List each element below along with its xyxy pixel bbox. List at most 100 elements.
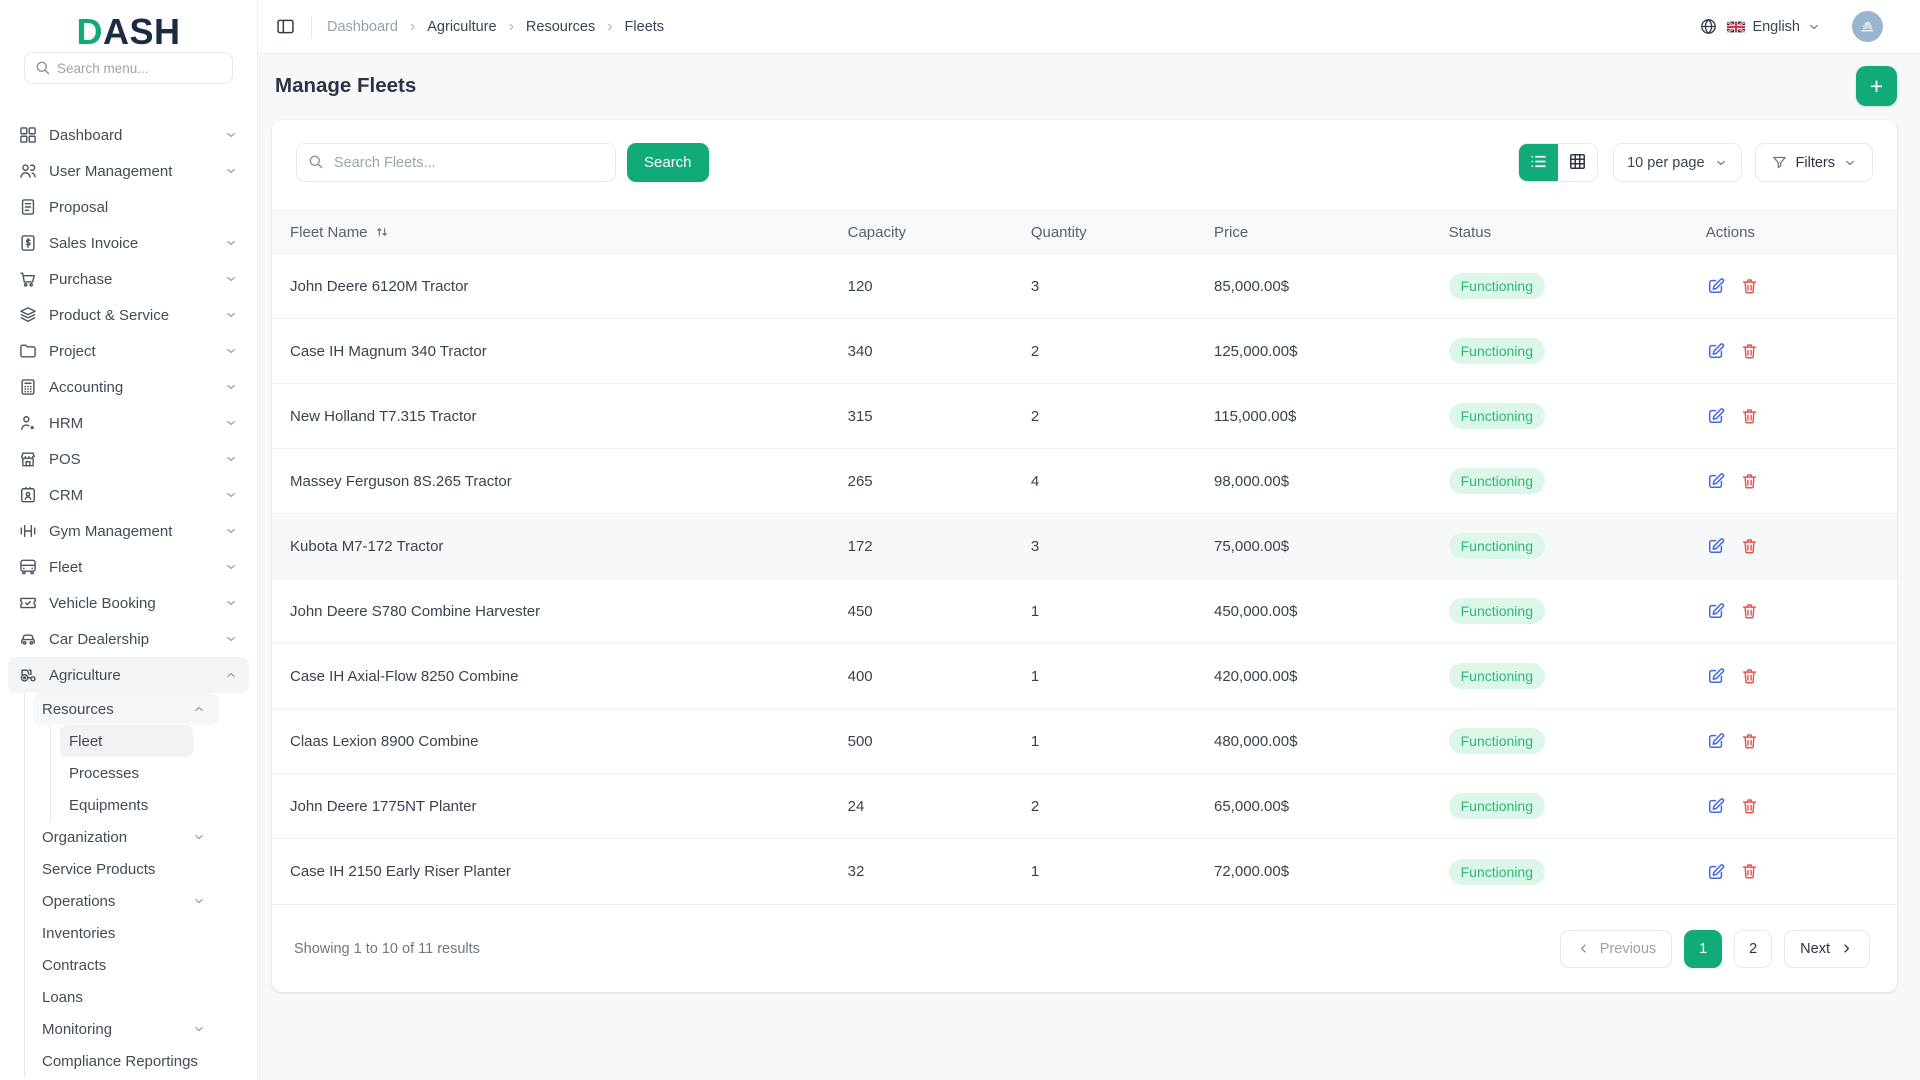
sidebar-subitem-processes[interactable]: Processes	[60, 757, 193, 789]
sidebar-item-vehicle-booking[interactable]: Vehicle Booking	[8, 585, 249, 621]
delete-icon[interactable]	[1740, 667, 1759, 686]
sidebar-search	[24, 52, 233, 84]
edit-icon[interactable]	[1706, 796, 1726, 816]
next-page-button[interactable]: Next	[1784, 929, 1870, 968]
edit-icon[interactable]	[1706, 862, 1726, 882]
edit-icon[interactable]	[1706, 471, 1726, 491]
previous-page-button[interactable]: Previous	[1559, 929, 1673, 968]
grid-view-button[interactable]	[1558, 144, 1598, 181]
table-row[interactable]: John Deere S780 Combine Harvester 450 1 450…	[272, 579, 1897, 644]
delete-icon[interactable]	[1740, 537, 1759, 556]
sidebar-subitem-loans[interactable]: Loans	[33, 981, 219, 1013]
car-icon	[18, 629, 38, 649]
edit-icon[interactable]	[1706, 601, 1726, 621]
edit-icon[interactable]	[1706, 341, 1726, 361]
delete-icon[interactable]	[1740, 342, 1759, 361]
sidebar-subitem-service-products[interactable]: Service Products	[33, 853, 219, 885]
cell-price: 85,000.00$	[1214, 277, 1290, 295]
cell-price: 480,000.00$	[1214, 732, 1298, 750]
sidebar-item-user-management[interactable]: User Management	[8, 153, 249, 189]
edit-icon[interactable]	[1706, 666, 1726, 686]
edit-icon[interactable]	[1706, 731, 1726, 751]
cell-actions	[1706, 796, 1897, 816]
sidebar-item-product-service[interactable]: Product & Service	[8, 297, 249, 333]
delete-icon[interactable]	[1740, 472, 1759, 491]
sidebar-item-car-dealership[interactable]: Car Dealership	[8, 621, 249, 657]
chevron-down-icon	[192, 830, 207, 845]
sidebar-item-pos[interactable]: POS	[8, 441, 249, 477]
cell-quantity: 1	[1030, 667, 1040, 685]
add-fleet-button[interactable]: +	[1856, 66, 1897, 106]
breadcrumb-item-dashboard[interactable]: Dashboard	[327, 19, 398, 35]
cell-quantity: 2	[1030, 342, 1040, 360]
chevron-down-icon	[192, 894, 207, 909]
sidebar-subitem-operations[interactable]: Operations	[33, 885, 219, 917]
page-button-1[interactable]: 1	[1684, 929, 1723, 968]
sidebar-item-proposal[interactable]: Proposal	[8, 189, 249, 225]
language-selector[interactable]: English	[1727, 19, 1821, 35]
sidebar-subitem-equipments[interactable]: Equipments	[60, 789, 193, 821]
table-row[interactable]: John Deere 6120M Tractor 120 3 85,000.00$ Fu…	[272, 254, 1897, 319]
fleets-card: Search 10 per page Filters Fleet NameCap…	[272, 120, 1897, 992]
cell-fleet-name: John Deere S780 Combine Harvester	[290, 602, 541, 620]
search-button[interactable]: Search	[627, 143, 709, 182]
table-row[interactable]: Case IH Magnum 340 Tractor 340 2 125,000.00…	[272, 319, 1897, 384]
cell-quantity: 2	[1030, 797, 1040, 815]
sidebar-item-accounting[interactable]: Accounting	[8, 369, 249, 405]
breadcrumb-item-resources[interactable]: Resources	[526, 19, 595, 35]
table-row[interactable]: New Holland T7.315 Tractor 315 2 115,000.00…	[272, 384, 1897, 449]
calculator-icon	[18, 377, 38, 397]
fleet-search-input[interactable]	[296, 143, 616, 182]
filters-button[interactable]: Filters	[1754, 143, 1873, 182]
breadcrumb-item-agriculture[interactable]: Agriculture	[427, 19, 496, 35]
per-page-select[interactable]: 10 per page	[1613, 143, 1742, 182]
sidebar-subitem-fleet[interactable]: Fleet	[60, 725, 193, 757]
edit-icon[interactable]	[1706, 276, 1726, 296]
table-body: John Deere 6120M Tractor 120 3 85,000.00$ Fu…	[272, 254, 1897, 904]
list-view-button[interactable]	[1519, 144, 1559, 181]
table-row[interactable]: Claas Lexion 8900 Combine 500 1 480,000.00$…	[272, 709, 1897, 774]
delete-icon[interactable]	[1740, 407, 1759, 426]
delete-icon[interactable]	[1740, 732, 1759, 751]
sidebar-item-purchase[interactable]: Purchase	[8, 261, 249, 297]
edit-icon[interactable]	[1706, 406, 1726, 426]
sidebar-item-project[interactable]: Project	[8, 333, 249, 369]
sidebar-item-dashboard[interactable]: Dashboard	[8, 117, 249, 153]
delete-icon[interactable]	[1740, 277, 1759, 296]
cell-capacity: 340	[847, 342, 873, 360]
user-avatar[interactable]	[1852, 11, 1883, 42]
edit-icon[interactable]	[1706, 536, 1726, 556]
column-header-fleet-name[interactable]: Fleet Name	[290, 224, 848, 241]
sidebar-search-input[interactable]	[24, 52, 233, 84]
sidebar-subitem-inventories[interactable]: Inventories	[33, 917, 219, 949]
sidebar-item-fleet[interactable]: Fleet	[8, 549, 249, 585]
sidebar-subitem-contracts[interactable]: Contracts	[33, 949, 219, 981]
table-row[interactable]: Case IH Axial-Flow 8250 Combine 400 1 420,0…	[272, 644, 1897, 709]
sidebar-subitem-resources[interactable]: Resources	[33, 693, 219, 725]
globe-icon[interactable]	[1699, 17, 1718, 36]
delete-icon[interactable]	[1740, 602, 1759, 621]
ticket-icon	[18, 593, 38, 613]
sidebar-subitem-monitoring[interactable]: Monitoring	[33, 1013, 219, 1045]
sidebar-item-gym-management[interactable]: Gym Management	[8, 513, 249, 549]
sidebar-item-crm[interactable]: CRM	[8, 477, 249, 513]
sidebar-toggle-icon[interactable]	[275, 16, 296, 37]
sidebar-subitem-organization[interactable]: Organization	[33, 821, 219, 853]
search-icon	[34, 59, 51, 81]
table-row[interactable]: Kubota M7-172 Tractor 172 3 75,000.00$ Funct…	[272, 514, 1897, 579]
sidebar-subitem-compliance-reportings[interactable]: Compliance Reportings	[33, 1045, 219, 1077]
table-row[interactable]: Massey Ferguson 8S.265 Tractor 265 4 98,000…	[272, 449, 1897, 514]
sidebar-item-hrm[interactable]: HRM	[8, 405, 249, 441]
delete-icon[interactable]	[1740, 797, 1759, 816]
cell-status: Functioning	[1448, 273, 1706, 299]
page-button-2[interactable]: 2	[1734, 929, 1773, 968]
delete-icon[interactable]	[1740, 862, 1759, 881]
cell-status: Functioning	[1448, 338, 1706, 364]
table-row[interactable]: John Deere 1775NT Planter 24 2 65,000.00$ Fu…	[272, 774, 1897, 839]
sidebar-item-sales-invoice[interactable]: Sales Invoice	[8, 225, 249, 261]
sidebar-item-agriculture[interactable]: Agriculture	[8, 657, 249, 693]
table-row[interactable]: Case IH 2150 Early Riser Planter 32 1 72,00…	[272, 839, 1897, 904]
brand-logo-accent: D	[76, 11, 103, 52]
language-label: English	[1752, 18, 1800, 35]
breadcrumb-item-fleets[interactable]: Fleets	[625, 19, 665, 35]
